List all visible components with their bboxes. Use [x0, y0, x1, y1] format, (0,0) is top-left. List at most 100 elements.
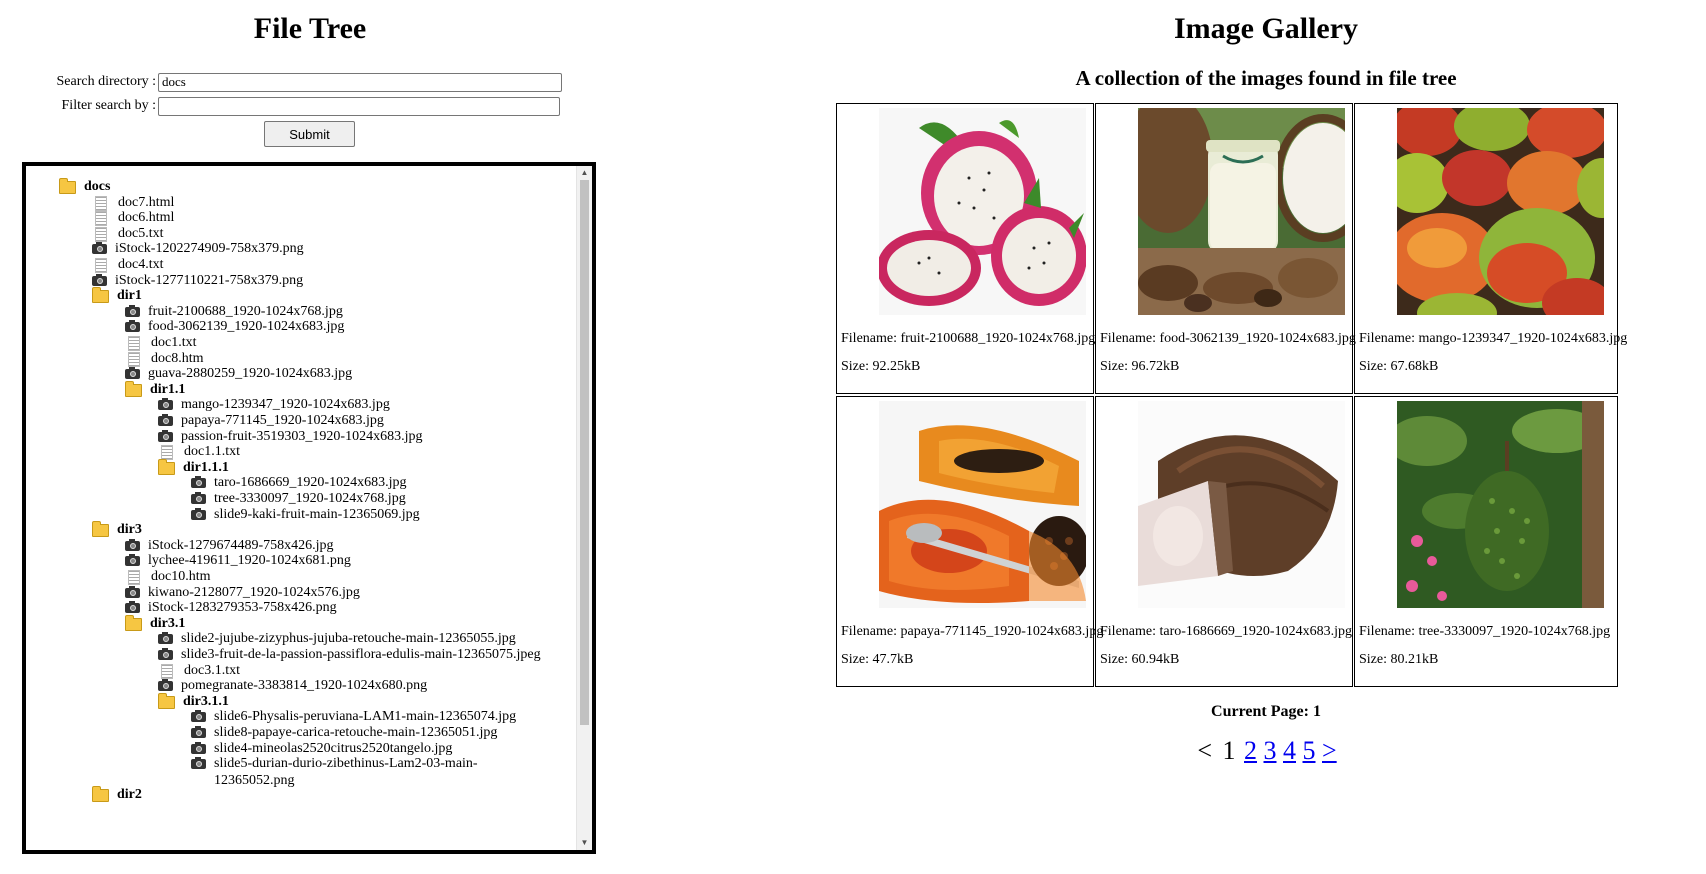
gallery-item[interactable]: Filename: papaya-771145_1920-1024x683.jp… — [836, 396, 1103, 687]
camera-icon — [158, 398, 173, 411]
gallery-thumbnail[interactable] — [1397, 401, 1604, 608]
search-directory-input[interactable] — [158, 72, 562, 92]
tree-file[interactable]: papaya-771145_1920-1024x683.jpg — [158, 412, 384, 429]
gallery-item[interactable]: Filename: tree-3330097_1920-1024x768.jpg… — [1354, 396, 1618, 687]
tree-file[interactable]: doc8.htm — [125, 350, 204, 367]
pager-link-2[interactable]: 2 — [1244, 736, 1257, 765]
gallery-title: Image Gallery — [1173, 12, 1359, 45]
file-tree-box: docs doc7.html doc6.html doc5.txt iStock-120… — [22, 162, 596, 854]
camera-icon — [191, 710, 206, 723]
tree-file[interactable]: doc5.txt — [92, 225, 164, 242]
file-tree-scrollbar[interactable]: ▲ ▼ — [576, 166, 592, 850]
pager-next[interactable]: > — [1322, 736, 1337, 765]
tree-item-label: papaya-771145_1920-1024x683.jpg — [181, 413, 384, 428]
submit-button[interactable]: Submit — [264, 121, 355, 147]
tree-folder[interactable]: dir3.1.1 — [158, 692, 229, 710]
gallery-thumbnail[interactable] — [879, 108, 1086, 315]
tree-item-label: doc1.txt — [151, 335, 197, 350]
gallery-filesize: Size: 80.21kB — [1359, 652, 1439, 667]
tree-file[interactable]: slide2-jujube-zizyphus-jujuba-retouche-m… — [158, 630, 516, 647]
tree-folder[interactable]: dir3 — [92, 521, 142, 538]
tree-folder[interactable]: dir1.1.1 — [158, 458, 229, 476]
tree-item-label: slide2-jujube-zizyphus-jujuba-retouche-m… — [181, 631, 516, 647]
tree-file[interactable]: doc7.html — [92, 194, 174, 211]
tree-file[interactable]: mango-1239347_1920-1024x683.jpg — [158, 396, 390, 413]
camera-icon — [158, 414, 173, 426]
pager-link-5[interactable]: 5 — [1303, 736, 1316, 765]
gallery-filename: Filename: mango-1239347_1920-1024x683.jp… — [1359, 331, 1628, 346]
gallery-thumbnail[interactable] — [1138, 401, 1345, 608]
tree-file[interactable]: iStock-1279674489-758x426.jpg — [125, 537, 334, 554]
pager-link-3[interactable]: 3 — [1264, 736, 1277, 765]
tree-file[interactable]: pomegranate-3383814_1920-1024x680.png — [158, 677, 427, 694]
tree-item-label: doc7.html — [118, 194, 175, 210]
filter-search-input[interactable] — [158, 96, 560, 116]
camera-icon — [158, 632, 173, 645]
folder-icon — [59, 178, 76, 194]
tree-file[interactable]: lychee-419611_1920-1024x681.png — [125, 552, 351, 569]
tree-file[interactable]: kiwano-2128077_1920-1024x576.jpg — [125, 584, 360, 601]
tree-item-label: slide3-fruit-de-la-passion-passiflora-ed… — [181, 647, 541, 662]
tree-file[interactable]: doc1.1.txt — [158, 443, 240, 461]
tree-file[interactable]: taro-1686669_1920-1024x683.jpg — [191, 474, 406, 491]
tree-file[interactable]: iStock-1277110221-758x379.png — [92, 272, 303, 289]
gallery-item[interactable]: Filename: food-3062139_1920-1024x683.jpg… — [1095, 103, 1356, 394]
tree-file[interactable]: slide9-kaki-fruit-main-12365069.jpg — [191, 506, 420, 523]
gallery-item[interactable]: Filename: mango-1239347_1920-1024x683.jp… — [1354, 103, 1627, 394]
pager-prev: < — [1197, 736, 1212, 765]
tree-file[interactable]: food-3062139_1920-1024x683.jpg — [125, 318, 344, 335]
tree-file[interactable]: guava-2880259_1920-1024x683.jpg — [125, 365, 352, 382]
tree-item-label: slide6-Physalis-peruviana-LAM1-main-1236… — [214, 709, 517, 725]
gallery-thumbnail[interactable] — [879, 401, 1086, 608]
tree-file[interactable]: fruit-2100688_1920-1024x768.jpg — [125, 303, 343, 320]
gallery-subtitle: A collection of the images found in file… — [1075, 66, 1457, 90]
camera-icon — [125, 320, 140, 333]
file-tree-list[interactable]: docs doc7.html doc6.html doc5.txt iStock-120… — [26, 166, 577, 850]
tree-file[interactable]: doc10.htm — [125, 568, 211, 585]
gallery-thumbnail[interactable] — [1138, 108, 1345, 315]
tree-file[interactable]: doc6.html — [92, 209, 174, 227]
camera-icon — [158, 679, 173, 692]
scroll-up-arrow-icon[interactable]: ▲ — [577, 166, 592, 180]
image-gallery-panel: Image Gallery A collection of the images… — [836, 0, 1696, 874]
camera-icon — [125, 585, 140, 598]
gallery-item[interactable]: Filename: fruit-2100688_1920-1024x768.jp… — [836, 103, 1095, 394]
tree-item-label: iStock-1277110221-758x379.png — [115, 272, 304, 288]
tree-file[interactable]: slide8-papaye-carica-retouche-main-12365… — [191, 724, 497, 741]
tree-file[interactable]: iStock-1283279353-758x426.png — [125, 599, 337, 616]
tree-item-label: doc1.1.txt — [184, 444, 240, 460]
tree-item-label: guava-2880259_1920-1024x683.jpg — [148, 366, 353, 382]
tree-item-label: dir1 — [117, 288, 142, 304]
pager-link-4[interactable]: 4 — [1283, 736, 1296, 765]
tree-file[interactable]: doc4.txt — [92, 256, 164, 273]
pager-current: 1 — [1222, 736, 1236, 765]
tree-file[interactable]: passion-fruit-3519303_1920-1024x683.jpg — [158, 428, 422, 445]
tree-file[interactable]: iStock-1202274909-758x379.png — [92, 240, 304, 257]
tree-file[interactable]: doc3.1.txt — [158, 662, 240, 679]
tree-item-label: tree-3330097_1920-1024x768.jpg — [214, 491, 406, 506]
tree-file[interactable]: doc1.txt — [125, 334, 197, 351]
tree-file[interactable]: tree-3330097_1920-1024x768.jpg — [191, 490, 406, 507]
camera-icon — [158, 429, 173, 442]
tree-folder[interactable]: docs — [59, 178, 110, 195]
gallery-thumbnail[interactable] — [1397, 108, 1604, 315]
tree-folder[interactable]: dir2 — [92, 786, 142, 803]
tree-item-label: iStock-1283279353-758x426.png — [148, 600, 337, 616]
tree-folder[interactable]: dir1.1 — [125, 380, 185, 398]
tree-file[interactable]: slide6-Physalis-peruviana-LAM1-main-1236… — [191, 708, 516, 725]
gallery-filename: Filename: taro-1686669_1920-1024x683.jpg — [1100, 624, 1352, 639]
file-tree-title: File Tree — [253, 12, 367, 45]
scroll-down-arrow-icon[interactable]: ▼ — [577, 836, 592, 850]
camera-icon — [191, 492, 206, 504]
scrollbar-thumb[interactable] — [580, 180, 589, 725]
search-directory-label: Search directory : — [56, 74, 156, 89]
tree-folder[interactable]: dir1 — [92, 287, 142, 304]
tree-file[interactable]: slide3-fruit-de-la-passion-passiflora-ed… — [158, 646, 541, 663]
tree-item-label: doc8.htm — [151, 350, 204, 366]
tree-folder[interactable]: dir3.1 — [125, 614, 185, 632]
tree-file[interactable]: slide5-durian-durio-zibethinus-Lam2-03-m… — [191, 755, 494, 789]
tree-file[interactable]: slide4-mineolas2520citrus2520tangelo.jpg — [191, 740, 452, 757]
tree-item-label: lychee-419611_1920-1024x681.png — [148, 553, 351, 569]
tree-item-label: kiwano-2128077_1920-1024x576.jpg — [148, 584, 360, 600]
gallery-item[interactable]: Filename: taro-1686669_1920-1024x683.jpg… — [1095, 396, 1353, 687]
